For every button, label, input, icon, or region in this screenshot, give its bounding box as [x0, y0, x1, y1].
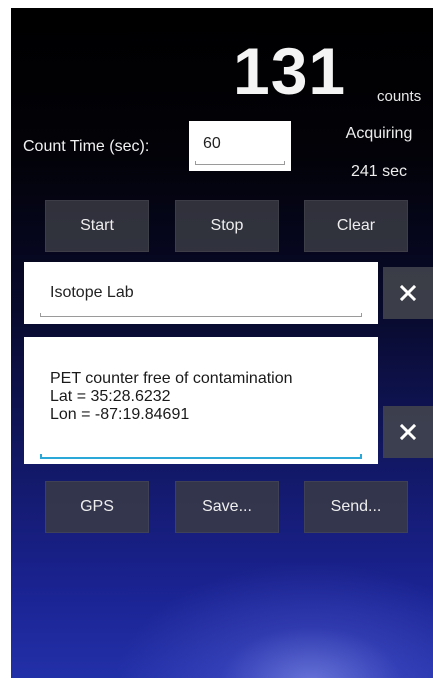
notes-line: PET counter free of contamination — [50, 370, 293, 387]
notes-field[interactable]: PET counter free of contamination Lat = … — [24, 337, 378, 464]
gps-button[interactable]: GPS — [45, 481, 149, 533]
clear-button[interactable]: Clear — [304, 200, 408, 252]
count-time-input[interactable] — [203, 135, 283, 153]
notes-line: Lat = 35:28.6232 — [50, 388, 171, 405]
count-time-label: Count Time (sec): — [23, 138, 150, 155]
location-underline — [40, 313, 362, 317]
notes-line: Lon = -87:19.84691 — [50, 406, 190, 423]
close-icon — [399, 284, 417, 302]
location-input[interactable] — [50, 284, 350, 302]
acquisition-status: Acquiring — [345, 125, 413, 142]
save-button[interactable]: Save... — [175, 481, 279, 533]
clear-notes-button[interactable] — [383, 406, 433, 458]
count-time-field[interactable] — [189, 121, 291, 171]
send-button[interactable]: Send... — [304, 481, 408, 533]
count-time-underline — [195, 161, 285, 165]
location-field[interactable] — [24, 262, 378, 324]
start-button[interactable]: Start — [45, 200, 149, 252]
count-value: 131 — [233, 34, 347, 108]
clear-location-button[interactable] — [383, 267, 433, 319]
close-icon — [399, 423, 417, 441]
app-screen: 131 counts Count Time (sec): Acquiring 2… — [11, 8, 433, 678]
stop-button[interactable]: Stop — [175, 200, 279, 252]
count-unit-label: counts — [377, 88, 422, 105]
elapsed-time: 241 sec — [350, 163, 408, 180]
notes-text[interactable]: PET counter free of contamination Lat = … — [50, 370, 293, 424]
notes-underline — [40, 454, 362, 459]
